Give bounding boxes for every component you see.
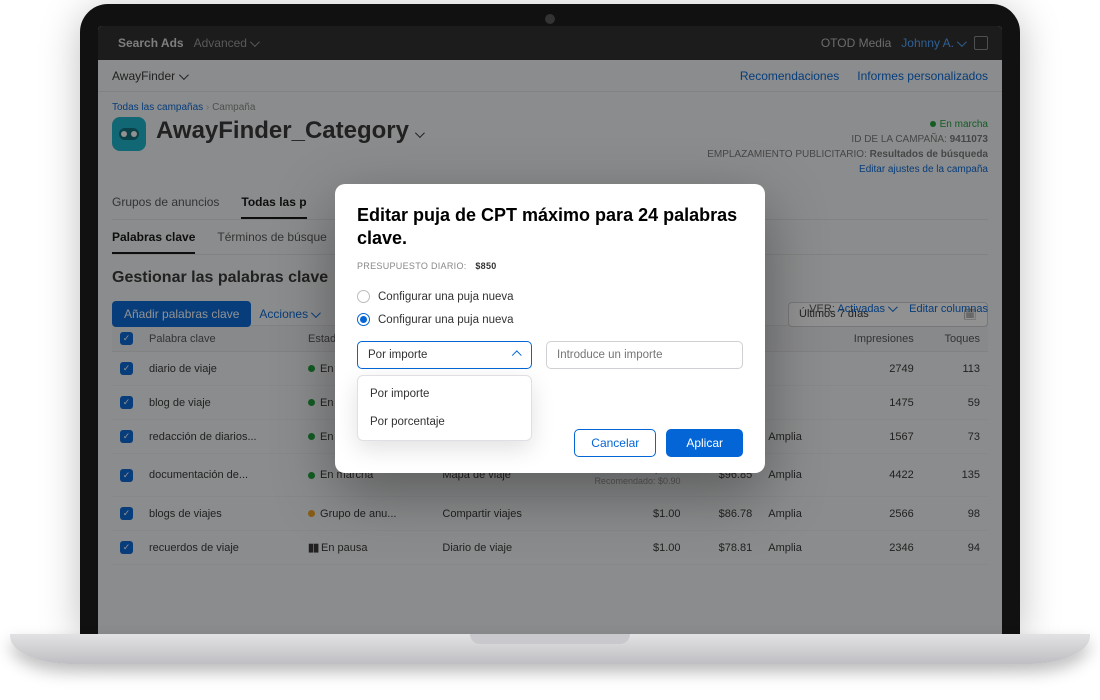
select-dropdown: Por importe Por porcentaje <box>357 375 532 441</box>
radio-option-1[interactable]: Configurar una puja nueva <box>357 285 743 308</box>
budget-label: PRESUPUESTO DIARIO: <box>357 261 467 271</box>
chevron-up-icon <box>514 349 521 361</box>
edit-bid-modal: Editar puja de CPT máximo para 24 palabr… <box>335 184 765 473</box>
option-by-amount[interactable]: Por importe <box>358 380 531 408</box>
select-value: Por importe <box>368 349 427 361</box>
daily-budget: PRESUPUESTO DIARIO: $850 <box>357 261 743 271</box>
camera-notch <box>545 14 555 24</box>
radio-icon <box>357 313 370 326</box>
radio-label: Configurar una puja nueva <box>378 291 514 303</box>
radio-icon <box>357 290 370 303</box>
radio-label: Configurar una puja nueva <box>378 314 514 326</box>
bid-type-select[interactable]: Por importe Por importe Por porcentaje <box>357 341 532 369</box>
radio-option-2[interactable]: Configurar una puja nueva <box>357 308 743 331</box>
apply-button[interactable]: Aplicar <box>666 429 743 457</box>
bid-radio-group: Configurar una puja nueva Configurar una… <box>357 285 743 331</box>
laptop-frame: Search Ads Advanced OTOD Media Johnny A.… <box>80 4 1020 634</box>
cancel-button[interactable]: Cancelar <box>574 429 656 457</box>
budget-value: $850 <box>475 261 496 271</box>
select-button[interactable]: Por importe <box>357 341 532 369</box>
amount-input[interactable] <box>546 341 743 369</box>
bid-controls: Por importe Por importe Por porcentaje <box>357 341 743 369</box>
modal-title: Editar puja de CPT máximo para 24 palabr… <box>357 204 743 249</box>
screen: Search Ads Advanced OTOD Media Johnny A.… <box>98 26 1002 634</box>
option-by-percentage[interactable]: Por porcentaje <box>358 408 531 436</box>
laptop-base <box>10 634 1090 664</box>
